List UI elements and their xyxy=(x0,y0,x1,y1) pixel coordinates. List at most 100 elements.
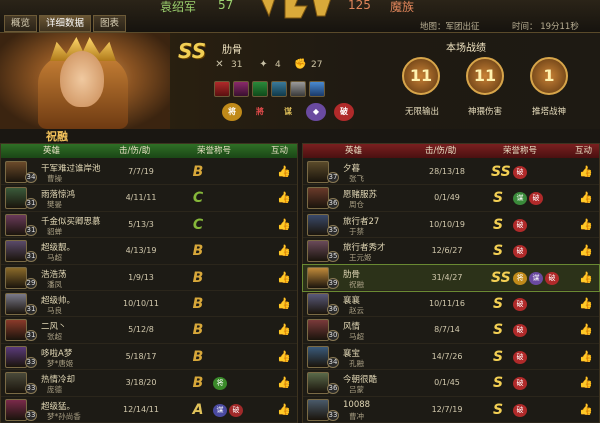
table-header: 英雄 击/伤/助 荣誉称号 互动 xyxy=(303,144,599,158)
thumbs-up-icon[interactable]: 👍 xyxy=(277,323,291,337)
hero-avatar[interactable] xyxy=(307,398,329,421)
honor-grade: S xyxy=(492,322,504,339)
hero-avatar[interactable] xyxy=(5,398,27,421)
kda-value: 28/13/18 xyxy=(429,167,465,176)
kda-value: 5/12/8 xyxy=(128,325,154,335)
hero-name: 于禁 xyxy=(349,226,364,236)
thumbs-up-icon[interactable]: 👍 xyxy=(277,403,291,417)
level-badge: 31 xyxy=(25,198,37,210)
honor-grade: SS xyxy=(491,164,511,180)
player-row[interactable]: 37 夕暮 张飞 28/13/18 SS 破 👍 xyxy=(303,159,599,186)
hero-name: 庞德 xyxy=(47,385,62,395)
hero-name: 赵云 xyxy=(349,305,364,315)
player-row[interactable]: 33 热情冷却 庞德 3/18/20 B 将 👍 xyxy=(1,370,297,397)
item-slot-icon[interactable] xyxy=(271,81,287,97)
thumbs-up-icon[interactable]: 👍 xyxy=(579,323,593,337)
map-label: 地图：军团出征 xyxy=(420,22,480,32)
hero-avatar[interactable] xyxy=(307,187,329,210)
player-row[interactable]: 30 风情 马超 8/7/14 S 破 👍 xyxy=(303,317,599,344)
hero-avatar[interactable] xyxy=(5,372,27,395)
item-slot-icon[interactable] xyxy=(252,81,268,97)
hero-avatar[interactable] xyxy=(5,213,27,236)
hero-name: 曹冲 xyxy=(349,411,364,421)
tab-charts[interactable]: 图表 xyxy=(93,15,127,32)
honor-tag-icon: 将 xyxy=(513,271,527,285)
hero-avatar[interactable] xyxy=(307,240,329,263)
player-row[interactable]: 34 干军难过谁岸池 曹操 7/7/19 B 👍 xyxy=(1,159,297,186)
thumbs-up-icon[interactable]: 👍 xyxy=(277,297,291,311)
hero-avatar[interactable] xyxy=(5,292,27,315)
hero-name: 梦*唐姬 xyxy=(47,358,74,368)
thumbs-up-icon[interactable]: 👍 xyxy=(579,297,593,311)
hero-avatar[interactable] xyxy=(5,319,27,342)
hero-avatar[interactable] xyxy=(5,266,27,289)
thumbs-up-icon[interactable]: 👍 xyxy=(579,271,593,285)
item-slot-icon[interactable] xyxy=(233,81,249,97)
player-row[interactable]: 36 襄襄 赵云 10/11/16 S 破 👍 xyxy=(303,291,599,318)
thumbs-up-icon[interactable]: 👍 xyxy=(579,165,593,179)
thumbs-up-icon[interactable]: 👍 xyxy=(579,403,593,417)
thumbs-up-icon[interactable]: 👍 xyxy=(277,218,291,232)
player-row[interactable]: 31 超级靓。 马超 4/13/19 B 👍 xyxy=(1,238,297,265)
thumbs-up-icon[interactable]: 👍 xyxy=(277,244,291,258)
hero-avatar[interactable] xyxy=(307,319,329,342)
thumbs-up-icon[interactable]: 👍 xyxy=(277,376,291,390)
player-row[interactable]: 34 襄宝 孔融 14/7/26 S 破 👍 xyxy=(303,344,599,371)
honor-tag-icon: 破 xyxy=(229,403,243,417)
thumbs-up-icon[interactable]: 👍 xyxy=(277,271,291,285)
thumbs-up-icon[interactable]: 👍 xyxy=(277,165,291,179)
thumbs-up-icon[interactable]: 👍 xyxy=(579,244,593,258)
level-badge: 37 xyxy=(327,172,339,183)
thumbs-up-icon[interactable]: 👍 xyxy=(277,350,291,364)
hero-name: 祝融 xyxy=(349,279,364,289)
hero-avatar[interactable] xyxy=(5,345,27,368)
hero-avatar[interactable] xyxy=(307,161,329,183)
honor-grade: B xyxy=(192,243,204,260)
hero-avatar[interactable] xyxy=(5,161,27,183)
item-slot-icon[interactable] xyxy=(309,81,325,97)
honor-tag-icon: 将 xyxy=(213,377,227,391)
player-row[interactable]: 31 千金似买卿思慕 貂蝉 5/13/3 C 👍 xyxy=(1,212,297,239)
thumbs-up-icon[interactable]: 👍 xyxy=(579,191,593,205)
player-row[interactable]: 31 超级帅。 马良 10/10/11 B 👍 xyxy=(1,291,297,318)
kda-value: 10/11/16 xyxy=(429,298,465,308)
hero-name: 张飞 xyxy=(349,174,364,183)
player-row[interactable]: 31 二风丶 张超 5/12/8 B 👍 xyxy=(1,317,297,344)
player-row[interactable]: 35 旅行者27 于禁 10/10/19 S 破 👍 xyxy=(303,212,599,239)
honor-tag-icon: 破 xyxy=(513,245,527,259)
hero-avatar[interactable] xyxy=(307,213,329,236)
player-row[interactable]: 29 浩浩荡 潘凤 1/9/13 B 👍 xyxy=(1,265,297,291)
hero-name: 吕蒙 xyxy=(349,385,364,395)
tab-overview[interactable]: 概览 xyxy=(4,15,38,32)
player-row[interactable]: 39 肋骨 祝融 31/4/27 SS 将谋破 👍 xyxy=(302,263,600,292)
honor-grade: B xyxy=(192,375,204,392)
thumbs-up-icon[interactable]: 👍 xyxy=(277,191,291,205)
player-row[interactable]: 33 10088 曹冲 12/7/19 S 破 👍 xyxy=(303,397,599,423)
hero-avatar[interactable] xyxy=(307,345,329,368)
honor-tag-icon: 谋 xyxy=(529,271,543,285)
player-row[interactable]: 31 雨落惊鸿 樊晏 4/11/11 C 👍 xyxy=(1,185,297,212)
hero-avatar[interactable] xyxy=(307,372,329,395)
thumbs-up-icon[interactable]: 👍 xyxy=(579,376,593,390)
player-row[interactable]: 35 旅行者秀才 王元姬 12/6/27 S 破 👍 xyxy=(303,238,599,265)
assists-stat: ✊ 27 xyxy=(294,59,323,70)
item-slot-icon[interactable] xyxy=(214,81,230,97)
tab-detailed-data[interactable]: 详细数据 xyxy=(39,15,92,32)
honor-tag-icon: 破 xyxy=(513,377,527,391)
hero-avatar[interactable] xyxy=(5,240,27,263)
honor-grade: S xyxy=(492,401,504,418)
player-row[interactable]: 33 超级猛。 梦*孙尚香 12/14/11 A 谋破 👍 xyxy=(1,397,297,423)
honor-grade: C xyxy=(192,216,204,233)
level-badge: 34 xyxy=(25,172,37,183)
player-row[interactable]: 36 愿赌服苏 周仓 0/1/49 S 谋破 👍 xyxy=(303,185,599,212)
hero-avatar[interactable] xyxy=(307,266,329,289)
thumbs-up-icon[interactable]: 👍 xyxy=(579,218,593,232)
hero-avatar[interactable] xyxy=(5,187,27,210)
thumbs-up-icon[interactable]: 👍 xyxy=(579,350,593,364)
item-slot-icon[interactable] xyxy=(290,81,306,97)
medal-icon: 1 xyxy=(530,57,568,95)
player-row[interactable]: 36 今朝很酷 吕蒙 0/1/45 S 破 👍 xyxy=(303,370,599,397)
hero-avatar[interactable] xyxy=(307,292,329,315)
player-row[interactable]: 33 哆啦A梦 梦*唐姬 5/18/17 B 👍 xyxy=(1,344,297,371)
honor-tag-icon: 破 xyxy=(513,403,527,417)
